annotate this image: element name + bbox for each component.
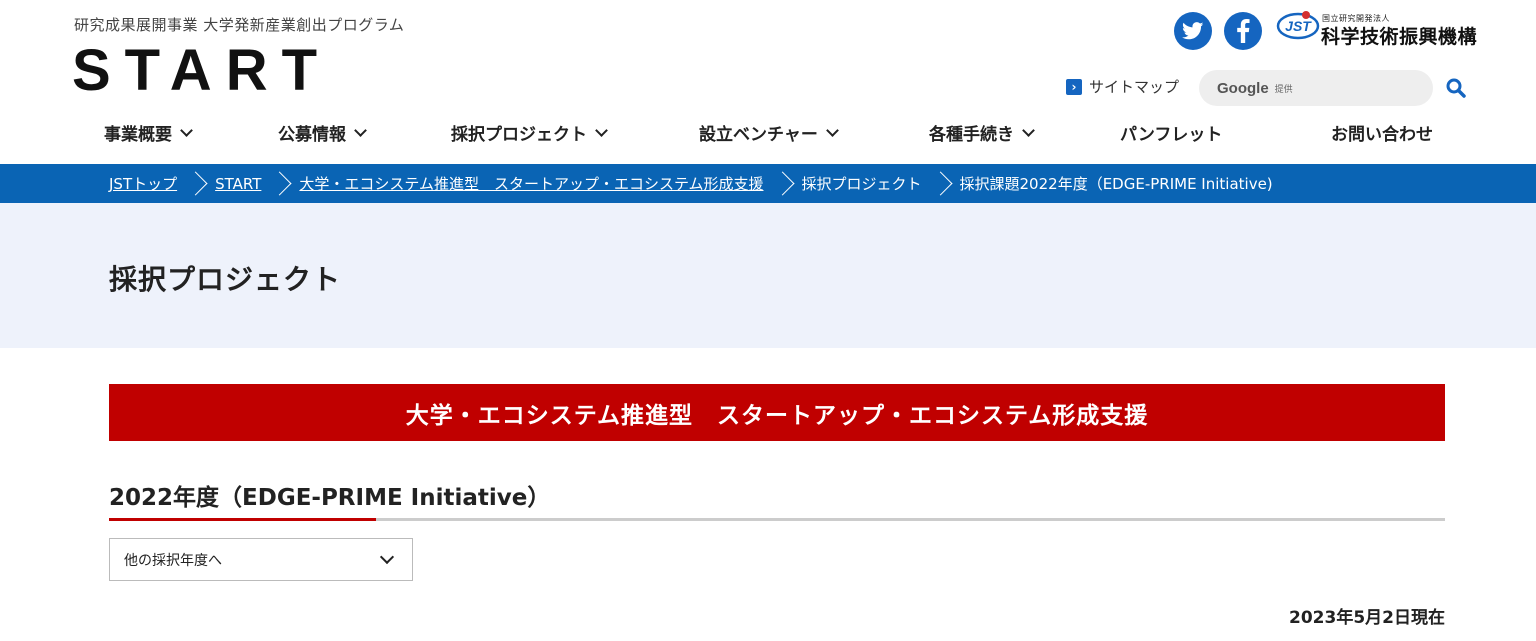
breadcrumb: JSTトップ START 大学・エコシステム推進型 スタートアップ・エコシステム… bbox=[0, 164, 1536, 203]
breadcrumb-separator-icon bbox=[187, 164, 207, 203]
global-nav: 事業概要 公募情報 採択プロジェクト 設立ベンチャー 各種手続き パンフレット … bbox=[0, 120, 1536, 154]
nav-item-label: 設立ベンチャー bbox=[699, 125, 818, 145]
jst-mark-text: JST bbox=[1285, 18, 1312, 34]
nav-item-procedures[interactable]: 各種手続き bbox=[929, 120, 1035, 145]
nav-item-label: 公募情報 bbox=[278, 125, 346, 145]
breadcrumb-separator-icon bbox=[774, 164, 794, 203]
breadcrumb-item-jst-top[interactable]: JSTトップ bbox=[109, 173, 177, 194]
nav-item-pamphlet[interactable]: パンフレット bbox=[1120, 120, 1222, 145]
facebook-icon bbox=[1237, 19, 1250, 43]
google-provider-label: 提供 bbox=[1274, 84, 1293, 95]
nav-item-label: 各種手続き bbox=[929, 125, 1014, 145]
program-banner: 大学・エコシステム推進型 スタートアップ・エコシステム形成支援 bbox=[109, 384, 1445, 441]
nav-item-label: 事業概要 bbox=[104, 125, 172, 145]
breadcrumb-separator-icon bbox=[271, 164, 291, 203]
search-icon bbox=[1446, 78, 1466, 98]
facebook-link[interactable] bbox=[1224, 12, 1262, 50]
nav-item-overview[interactable]: 事業概要 bbox=[104, 120, 193, 145]
chevron-right-icon: › bbox=[1066, 78, 1082, 95]
search-input[interactable]: Google 提供 bbox=[1199, 70, 1433, 106]
jst-logo-icon[interactable]: JST bbox=[1276, 10, 1320, 40]
year-heading: 2022年度（EDGE-PRIME Initiative） bbox=[109, 485, 551, 511]
twitter-link[interactable] bbox=[1174, 12, 1212, 50]
nav-item-contact[interactable]: お問い合わせ bbox=[1331, 120, 1433, 145]
sitemap-link[interactable]: › サイトマップ bbox=[1066, 76, 1179, 97]
page-title: 採択プロジェクト bbox=[109, 263, 342, 296]
twitter-icon bbox=[1182, 22, 1204, 40]
org-name[interactable]: 科学技術振興機構 bbox=[1321, 22, 1477, 49]
chevron-down-icon bbox=[180, 123, 193, 137]
nav-item-label: パンフレット bbox=[1120, 125, 1223, 145]
site-tagline: 研究成果展開事業 大学発新産業創出プログラム bbox=[74, 16, 405, 34]
chevron-down-icon bbox=[354, 123, 367, 137]
heading-accent-divider bbox=[109, 518, 376, 521]
sitemap-label: サイトマップ bbox=[1089, 78, 1180, 96]
breadcrumb-item-start[interactable]: START bbox=[215, 175, 261, 193]
chevron-down-icon bbox=[379, 549, 395, 565]
nav-item-calls[interactable]: 公募情報 bbox=[278, 120, 367, 145]
nav-item-label: 採択プロジェクト bbox=[451, 125, 587, 145]
search-button[interactable] bbox=[1444, 76, 1468, 100]
year-select-value: 他の採択年度へ bbox=[124, 552, 222, 569]
chevron-down-icon bbox=[825, 123, 839, 137]
breadcrumb-item-ecosystem[interactable]: 大学・エコシステム推進型 スタートアップ・エコシステム形成支援 bbox=[299, 173, 763, 194]
breadcrumb-item-current: 採択課題2022年度（EDGE-PRIME Initiative) bbox=[959, 175, 1273, 193]
start-logo[interactable]: START bbox=[72, 42, 331, 100]
breadcrumb-separator-icon bbox=[932, 164, 952, 203]
year-select[interactable]: 他の採択年度へ bbox=[109, 538, 413, 581]
page-header: 採択プロジェクト bbox=[0, 203, 1536, 348]
chevron-down-icon bbox=[595, 123, 608, 137]
nav-item-ventures[interactable]: 設立ベンチャー bbox=[699, 120, 839, 145]
breadcrumb-item-projects: 採択プロジェクト bbox=[801, 175, 922, 193]
chevron-down-icon bbox=[1022, 123, 1035, 137]
nav-item-projects[interactable]: 採択プロジェクト bbox=[451, 120, 608, 145]
nav-item-label: お問い合わせ bbox=[1331, 125, 1433, 145]
google-label: Google bbox=[1217, 79, 1269, 97]
as-of-date: 2023年5月2日現在 bbox=[1289, 608, 1445, 628]
